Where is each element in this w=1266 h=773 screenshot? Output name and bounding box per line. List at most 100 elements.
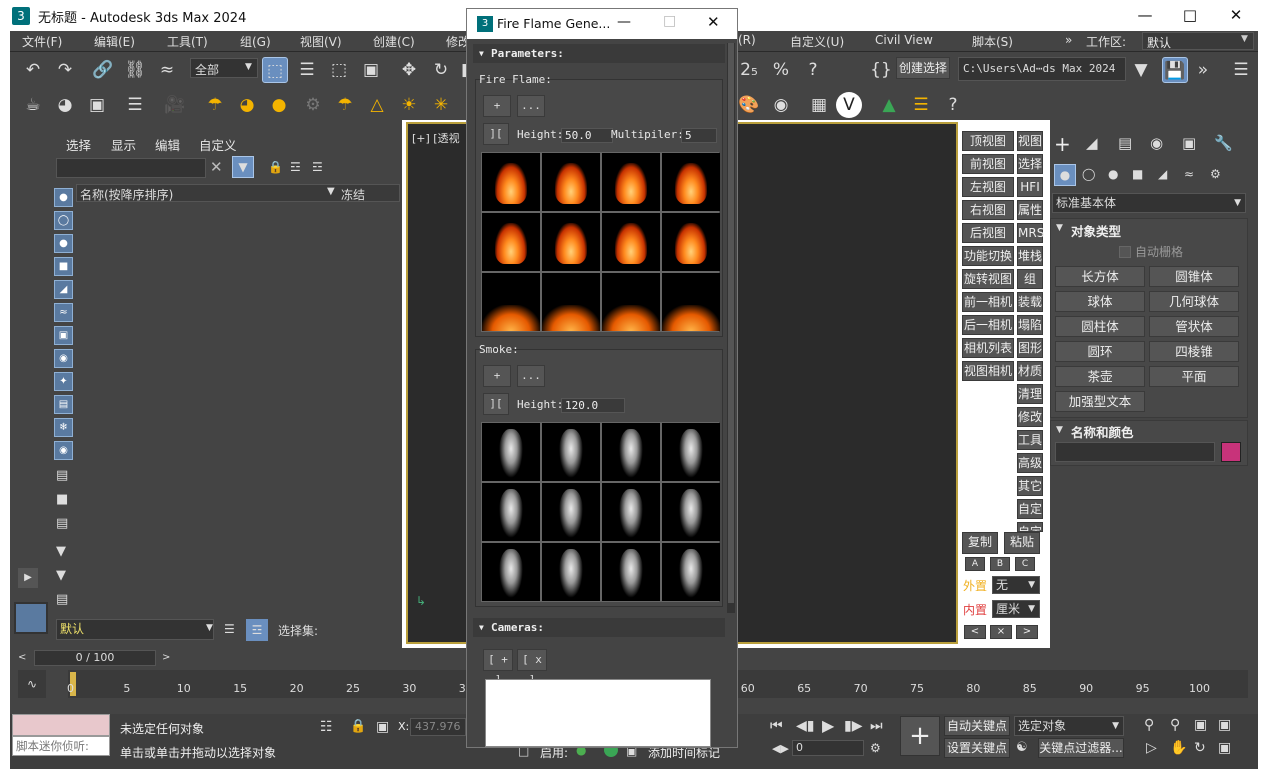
fire-more-button[interactable]: ...: [517, 95, 545, 117]
fire-thumbnail[interactable]: [602, 153, 660, 211]
layer-stack-icon[interactable]: ☰: [224, 622, 235, 636]
chevron-down-icon[interactable]: ▼: [206, 623, 213, 633]
lights-icon[interactable]: ●: [1108, 167, 1118, 181]
umbrella-light-icon[interactable]: ☂: [332, 92, 358, 118]
side-button[interactable]: HFI: [1017, 177, 1043, 197]
cameras-rollout[interactable]: ▼ Cameras:: [473, 618, 725, 637]
percent-snap-icon[interactable]: %: [768, 57, 794, 83]
menu-tools[interactable]: 工具(T): [167, 33, 208, 50]
link-icon[interactable]: 🔗: [90, 57, 116, 83]
side-button[interactable]: 堆栈: [1017, 246, 1043, 266]
side-button[interactable]: 视图: [1017, 131, 1043, 151]
sphere-button[interactable]: 球体: [1055, 291, 1145, 312]
nav-next-button[interactable]: >: [1016, 625, 1038, 639]
zoom-extents-all-icon[interactable]: ▣: [1218, 717, 1231, 733]
container-filter-icon[interactable]: ▤: [54, 395, 73, 414]
chevron-left-icon[interactable]: <: [18, 652, 26, 663]
collapse-icon[interactable]: ▼: [1056, 425, 1063, 435]
project-path-field[interactable]: C:\Users\Ad⋯ds Max 2024: [958, 57, 1126, 81]
side-button[interactable]: 自定: [1017, 522, 1043, 532]
previous-frame-icon[interactable]: ◀▮: [796, 718, 814, 734]
smoke-toggle-button[interactable]: ][: [483, 393, 509, 415]
camera-add-button[interactable]: [ + ]: [483, 649, 513, 686]
zoom-extents-icon[interactable]: ▣: [1194, 717, 1207, 733]
fire-thumbnail[interactable]: [662, 153, 720, 211]
view-button[interactable]: 顶视图: [962, 131, 1014, 151]
view-button[interactable]: 前视图: [962, 154, 1014, 174]
column-frozen-header[interactable]: 冻结: [341, 186, 365, 203]
select-object-icon[interactable]: ⬚: [262, 57, 288, 83]
x-coordinate-field[interactable]: 437.976: [410, 718, 466, 736]
menu-create[interactable]: 创建(C): [373, 33, 415, 50]
camera-remove-button[interactable]: [ x ]: [517, 649, 547, 686]
plane-button[interactable]: 平面: [1149, 366, 1239, 387]
fire-thumbnail[interactable]: [482, 273, 540, 331]
material-editor-icon[interactable]: ◕: [52, 92, 78, 118]
chevron-right-icon[interactable]: >: [162, 652, 170, 663]
light-filter-icon[interactable]: ●: [54, 234, 73, 253]
shape-filter-icon[interactable]: ◯: [54, 211, 73, 230]
menu-script[interactable]: 脚本(S): [972, 33, 1013, 50]
maxscript-input[interactable]: [12, 714, 110, 736]
hierarchy-alt-icon[interactable]: ☲: [312, 160, 323, 174]
view-button[interactable]: 旋转视图: [962, 269, 1014, 289]
motion-tab-icon[interactable]: ◉: [1150, 134, 1163, 152]
side-button[interactable]: 其它: [1017, 476, 1043, 496]
fire-thumbnail[interactable]: [482, 153, 540, 211]
tab-display[interactable]: 显示: [111, 135, 136, 154]
torus-button[interactable]: 圆环: [1055, 341, 1145, 362]
angle-snap-icon[interactable]: 2₅: [736, 57, 762, 83]
column-name-header[interactable]: 名称(按降序排序): [80, 186, 173, 203]
view-button[interactable]: 后一相机: [962, 315, 1014, 335]
spacewarp-filter-icon[interactable]: ≈: [54, 303, 73, 322]
fire-height-spinner[interactable]: 50.0: [561, 128, 613, 143]
cone-button[interactable]: 圆锥体: [1149, 266, 1239, 287]
box-button[interactable]: 长方体: [1055, 266, 1145, 287]
fire-thumbnail[interactable]: [482, 213, 540, 271]
go-to-end-icon[interactable]: ⏭: [870, 718, 883, 734]
close-button[interactable]: ✕: [707, 13, 720, 31]
frame-slider[interactable]: 0 / 100: [34, 650, 156, 666]
create-selection-button[interactable]: 创建选择: [896, 57, 950, 79]
hierarchy-mode-icon[interactable]: ☲: [246, 619, 268, 641]
smoke-thumbnail[interactable]: [482, 543, 540, 601]
view-button[interactable]: 后视图: [962, 223, 1014, 243]
hidden-filter-icon[interactable]: ◉: [54, 441, 73, 460]
camera-icon[interactable]: 🎥: [162, 92, 188, 118]
category-dropdown[interactable]: 标准基本体 ▼: [1052, 193, 1246, 213]
spotlight-icon[interactable]: ☂: [202, 92, 228, 118]
close-button[interactable]: ✕: [1213, 0, 1259, 31]
slot-c-button[interactable]: C: [1015, 557, 1035, 571]
menu-file[interactable]: 文件(F): [22, 33, 62, 50]
smoke-height-spinner[interactable]: 120.0: [561, 398, 625, 413]
proxy-icon[interactable]: ▦: [806, 92, 832, 118]
maximize-viewport-icon[interactable]: ▣: [1218, 740, 1231, 756]
absolute-mode-icon[interactable]: ▣: [376, 719, 389, 735]
isolate-icon[interactable]: ☷: [320, 719, 333, 735]
layer-dropdown[interactable]: 默认: [56, 619, 214, 640]
invert-display-icon[interactable]: ▤: [56, 516, 68, 531]
multiplier-spinner[interactable]: 5: [681, 128, 717, 143]
close-icon[interactable]: ✕: [210, 158, 223, 176]
minimize-button[interactable]: —: [617, 14, 631, 30]
spinner-snap-icon[interactable]: ?: [800, 57, 826, 83]
set-key-button[interactable]: 设置关键点: [944, 738, 1010, 758]
tab-edit[interactable]: 编辑: [155, 135, 180, 154]
smoke-thumbnail[interactable]: [662, 543, 720, 601]
sun-icon[interactable]: ☀: [396, 92, 422, 118]
create-tab-icon[interactable]: +: [1054, 132, 1071, 156]
sunburst-icon[interactable]: ✳: [428, 92, 454, 118]
nav-clear-button[interactable]: ×: [990, 625, 1012, 639]
smoke-thumbnail[interactable]: [482, 423, 540, 481]
workspace-dropdown[interactable]: 默认 ▼: [1142, 32, 1254, 50]
select-by-name-icon[interactable]: ☰: [294, 57, 320, 83]
side-button[interactable]: 图形: [1017, 338, 1043, 358]
smoke-thumbnail[interactable]: [662, 483, 720, 541]
chevron-right-icon[interactable]: »: [1065, 33, 1072, 47]
curve-editor-icon[interactable]: ∿: [18, 670, 46, 698]
geometry-filter-icon[interactable]: ●: [54, 188, 73, 207]
menu-view[interactable]: 视图(V): [300, 33, 342, 50]
smoke-thumbnail[interactable]: [662, 423, 720, 481]
forest-icon[interactable]: ▲: [876, 92, 902, 118]
dialog-scrollbar[interactable]: [727, 43, 735, 613]
